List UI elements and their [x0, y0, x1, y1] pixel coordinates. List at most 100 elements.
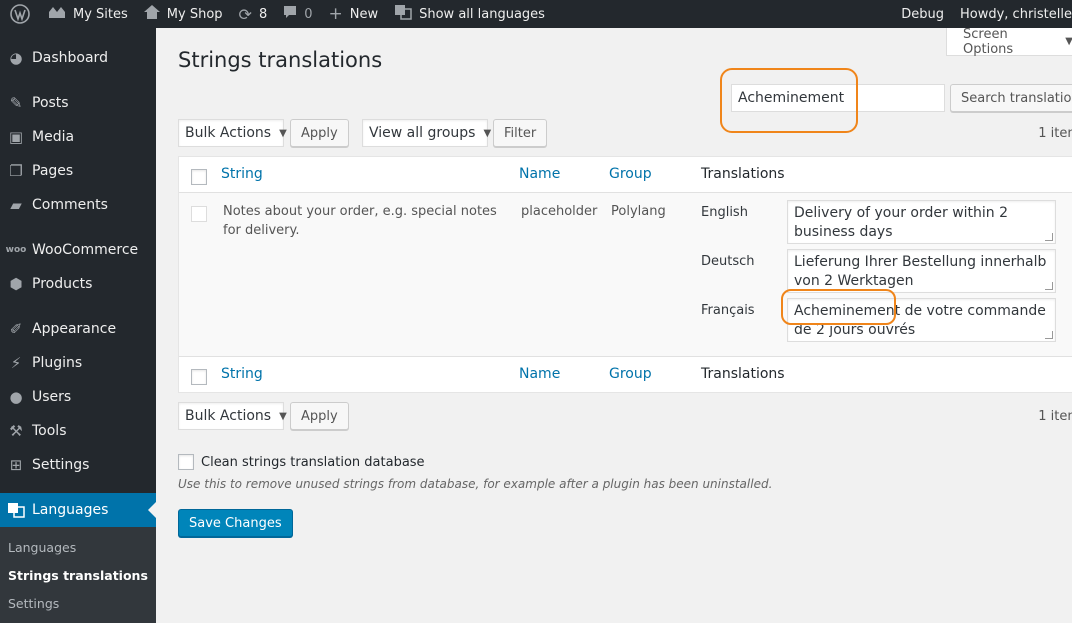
translation-text: Acheminement de votre commande de 2 jour…	[794, 303, 1046, 338]
save-changes-label: Save Changes	[189, 515, 282, 531]
my-sites-menu[interactable]: My Sites	[40, 0, 136, 28]
column-group-header[interactable]: Group	[609, 166, 652, 182]
sidebar-item-label: Tools	[32, 423, 67, 439]
sidebar-item-settings[interactable]: ⊞ Settings	[0, 448, 156, 482]
plus-icon: +	[328, 4, 343, 24]
sidebar-item-label: WooCommerce	[32, 242, 139, 258]
sidebar-item-label: Pages	[32, 163, 74, 179]
column-group-footer[interactable]: Group	[609, 366, 652, 382]
translation-icon	[394, 4, 412, 24]
apply-button-bottom[interactable]: Apply	[290, 402, 349, 430]
resize-grip-icon[interactable]	[1045, 282, 1053, 290]
translation-text: Lieferung Ihrer Bestellung innerhalb von…	[794, 254, 1047, 289]
bulk-actions-select-bottom[interactable]: Bulk Actions ▼	[178, 402, 287, 430]
table-row: Notes about your order, e.g. special not…	[179, 193, 1072, 356]
filter-button[interactable]: Filter	[493, 119, 548, 147]
account-menu[interactable]: Howdy, christelle	[952, 0, 1072, 28]
woo-icon: woo	[5, 245, 27, 255]
sidebar-item-tools[interactable]: ⚒ Tools	[0, 414, 156, 448]
column-name-footer[interactable]: Name	[519, 366, 560, 382]
comment-bubble-icon	[283, 5, 297, 23]
sidebar-item-languages[interactable]: Languages	[0, 493, 156, 527]
clean-database-label[interactable]: Clean strings translation database	[201, 455, 425, 470]
translation-textarea-english[interactable]: Delivery of your order within 2 business…	[787, 200, 1056, 244]
resize-grip-icon[interactable]	[1045, 233, 1053, 241]
howdy-label: Howdy, christelle	[959, 6, 1072, 22]
apply-label: Apply	[301, 408, 338, 424]
users-icon: ●	[9, 388, 23, 406]
sidebar-item-woocommerce[interactable]: woo WooCommerce	[0, 233, 156, 267]
column-translations-header: Translations	[701, 166, 785, 182]
bulk-actions-label: Bulk Actions	[185, 408, 272, 424]
sidebar-item-appearance[interactable]: ✐ Appearance	[0, 312, 156, 346]
select-all-checkbox[interactable]	[191, 169, 207, 185]
sidebar-item-label: Settings	[32, 457, 90, 473]
items-count-top: 1 item	[1038, 126, 1072, 141]
sidebar-item-media[interactable]: ▣ Media	[0, 120, 156, 154]
wordpress-logo-menu[interactable]	[0, 0, 40, 28]
languages-submenu: Languages Strings translations Settings	[0, 527, 156, 623]
column-translations-footer: Translations	[701, 366, 785, 382]
translation-textarea-francais[interactable]: Acheminement de votre commande de 2 jour…	[787, 298, 1056, 342]
column-name-header[interactable]: Name	[519, 166, 560, 182]
sites-icon	[48, 5, 66, 23]
search-input[interactable]: Acheminement	[731, 84, 945, 112]
translation-icon	[0, 502, 32, 518]
sidebar-item-dashboard[interactable]: ◕ Dashboard	[0, 41, 156, 75]
sidebar-item-label: Appearance	[32, 321, 117, 337]
settings-icon: ⊞	[9, 456, 23, 474]
page-title: Strings translations	[178, 48, 383, 72]
dropdown-arrow-icon: ▼	[279, 410, 287, 422]
select-all-checkbox-bottom[interactable]	[191, 369, 207, 385]
bulk-actions-select-top[interactable]: Bulk Actions ▼	[178, 119, 287, 147]
updates-count: 8	[258, 6, 268, 22]
sidebar-item-users[interactable]: ● Users	[0, 380, 156, 414]
column-string-header[interactable]: String	[221, 166, 263, 182]
brush-icon: ✐	[9, 320, 23, 338]
caret-down-icon: ▼	[1065, 36, 1072, 47]
my-shop-label: My Shop	[166, 6, 223, 22]
submenu-item-languages[interactable]: Languages	[8, 540, 76, 555]
search-button-label: Search translations	[961, 90, 1072, 106]
bulk-actions-label: Bulk Actions	[185, 125, 272, 141]
apply-button-top[interactable]: Apply	[290, 119, 349, 147]
items-count-bottom: 1 item	[1038, 409, 1072, 424]
resize-grip-icon[interactable]	[1045, 331, 1053, 339]
translation-text: Delivery of your order within 2 business…	[794, 205, 1009, 240]
sidebar-item-comments[interactable]: ▰ Comments	[0, 188, 156, 222]
screen-options-button[interactable]: Screen Options ▼	[946, 27, 1072, 57]
row-checkbox[interactable]	[191, 206, 207, 222]
sidebar-item-products[interactable]: ⬢ Products	[0, 267, 156, 301]
group-cell: Polylang	[611, 204, 666, 219]
submenu-item-strings-translations[interactable]: Strings translations	[8, 568, 148, 583]
translation-language-label: English	[701, 205, 748, 220]
dropdown-arrow-icon: ▼	[483, 127, 492, 139]
sidebar-item-posts[interactable]: ✎ Posts	[0, 86, 156, 120]
debug-menu[interactable]: Debug	[893, 0, 952, 28]
column-string-footer[interactable]: String	[221, 366, 263, 382]
string-cell: Notes about your order, e.g. special not…	[223, 204, 497, 238]
sidebar-item-plugins[interactable]: ⚡ Plugins	[0, 346, 156, 380]
wordpress-logo-icon	[10, 4, 30, 24]
save-changes-button[interactable]: Save Changes	[178, 509, 293, 537]
updates-icon: ⟳	[238, 4, 252, 24]
strings-table: String Name Group Translations Notes abo…	[178, 156, 1072, 393]
translation-textarea-deutsch[interactable]: Lieferung Ihrer Bestellung innerhalb von…	[787, 249, 1056, 293]
sidebar-item-label: Languages	[32, 502, 109, 518]
comment-icon: ▰	[10, 196, 22, 214]
search-translations-button[interactable]: Search translations	[950, 84, 1072, 112]
clean-database-checkbox[interactable]	[178, 454, 194, 470]
languages-menu[interactable]: Show all languages	[386, 0, 553, 28]
clean-database-description: Use this to remove unused strings from d…	[178, 477, 773, 491]
sidebar-item-pages[interactable]: ❐ Pages	[0, 154, 156, 188]
new-label: New	[349, 6, 379, 22]
submenu-item-settings[interactable]: Settings	[8, 596, 59, 611]
comments-menu[interactable]: 0	[275, 0, 320, 28]
pin-icon: ✎	[9, 94, 23, 112]
group-filter-select[interactable]: View all groups ▼	[362, 119, 492, 147]
my-shop-menu[interactable]: My Shop	[136, 0, 231, 28]
new-content-menu[interactable]: + New	[321, 0, 387, 28]
sidebar-item-label: Users	[32, 389, 72, 405]
updates-menu[interactable]: ⟳ 8	[231, 0, 276, 28]
translation-language-label: Deutsch	[701, 254, 755, 269]
